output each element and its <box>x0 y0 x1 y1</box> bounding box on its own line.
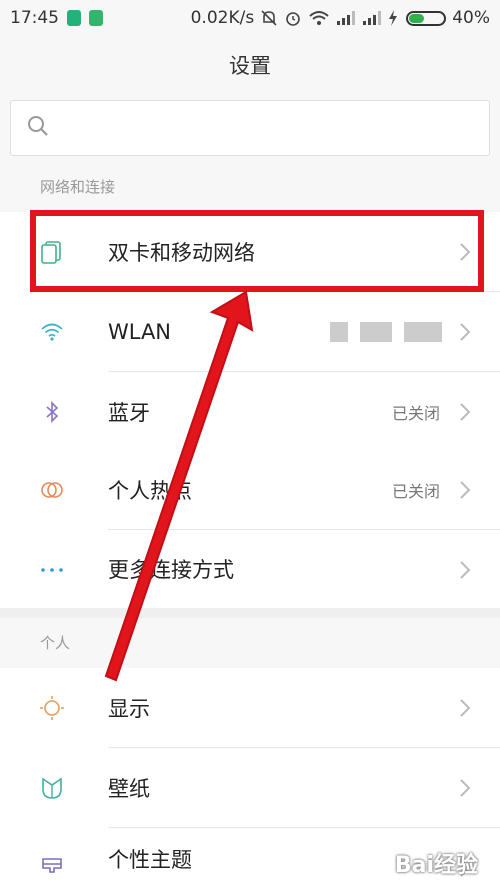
search-input[interactable] <box>57 101 489 155</box>
section-title: 个人 <box>40 633 71 652</box>
settings-item-more-connections[interactable]: 更多连接方式 <box>0 530 500 608</box>
status-text: 已关闭 <box>391 482 440 501</box>
hotspot-icon <box>40 478 64 502</box>
bell-muted-icon <box>260 9 278 27</box>
obscured-network-name <box>330 322 442 342</box>
settings-item-label: 双卡和移动网络 <box>108 241 255 265</box>
wifi-icon <box>40 320 64 344</box>
settings-item-wlan[interactable]: WLAN <box>0 292 500 372</box>
bluetooth-icon <box>40 400 64 424</box>
page-title: 设置 <box>229 54 271 78</box>
search-icon <box>27 115 49 141</box>
chevron-right-icon <box>458 776 472 800</box>
clock: 17:45 <box>10 8 59 28</box>
signal-2-icon <box>362 10 382 26</box>
section-header-network: 网络和连接 <box>0 162 500 210</box>
chevron-right-icon <box>458 478 472 502</box>
battery-icon <box>406 10 447 26</box>
settings-item-bluetooth[interactable]: 蓝牙 已关闭 <box>0 372 500 452</box>
wallpaper-icon <box>40 776 64 800</box>
section-title: 网络和连接 <box>40 177 116 196</box>
chevron-right-icon <box>458 400 472 424</box>
alarm-icon <box>284 9 302 27</box>
settings-item-label: 个性主题 <box>108 847 192 872</box>
sim-badge-icon <box>89 10 103 26</box>
settings-item-display[interactable]: 显示 <box>0 668 500 748</box>
chevron-right-icon <box>458 240 472 264</box>
settings-item-label: 壁纸 <box>108 777 150 801</box>
network-speed: 0.02K/s <box>190 8 255 28</box>
charging-icon <box>388 10 398 26</box>
chevron-right-icon <box>458 696 472 720</box>
settings-item-hotspot[interactable]: 个人热点 已关闭 <box>0 450 500 530</box>
status-bar: 17:45 0.02K/s 40% <box>0 0 500 36</box>
settings-item-label: 更多连接方式 <box>108 558 234 582</box>
battery-percent: 40% <box>452 8 490 28</box>
search-area <box>0 94 500 162</box>
signal-1-icon <box>336 10 356 26</box>
dual-sim-icon <box>40 240 64 264</box>
section-gap <box>0 608 500 618</box>
settings-item-dual-sim[interactable]: 双卡和移动网络 <box>0 212 500 292</box>
settings-item-label: 蓝牙 <box>108 401 150 425</box>
settings-item-label: WLAN <box>108 320 172 344</box>
status-text: 已关闭 <box>391 404 440 423</box>
chevron-right-icon <box>458 320 472 344</box>
theme-brush-icon <box>40 856 64 880</box>
settings-item-label: 个人热点 <box>108 479 192 503</box>
sun-icon <box>40 696 64 720</box>
settings-item-label: 显示 <box>108 697 150 721</box>
chevron-right-icon <box>458 558 472 582</box>
settings-item-wallpaper[interactable]: 壁纸 <box>0 748 500 828</box>
search-box[interactable] <box>10 100 490 156</box>
more-dots-icon <box>40 558 64 582</box>
title-bar: 设置 <box>0 36 500 94</box>
watermark: Bai经验 <box>394 853 478 878</box>
section-header-personal: 个人 <box>0 618 500 666</box>
shield-badge-icon <box>67 10 81 26</box>
wifi-icon <box>308 9 330 27</box>
